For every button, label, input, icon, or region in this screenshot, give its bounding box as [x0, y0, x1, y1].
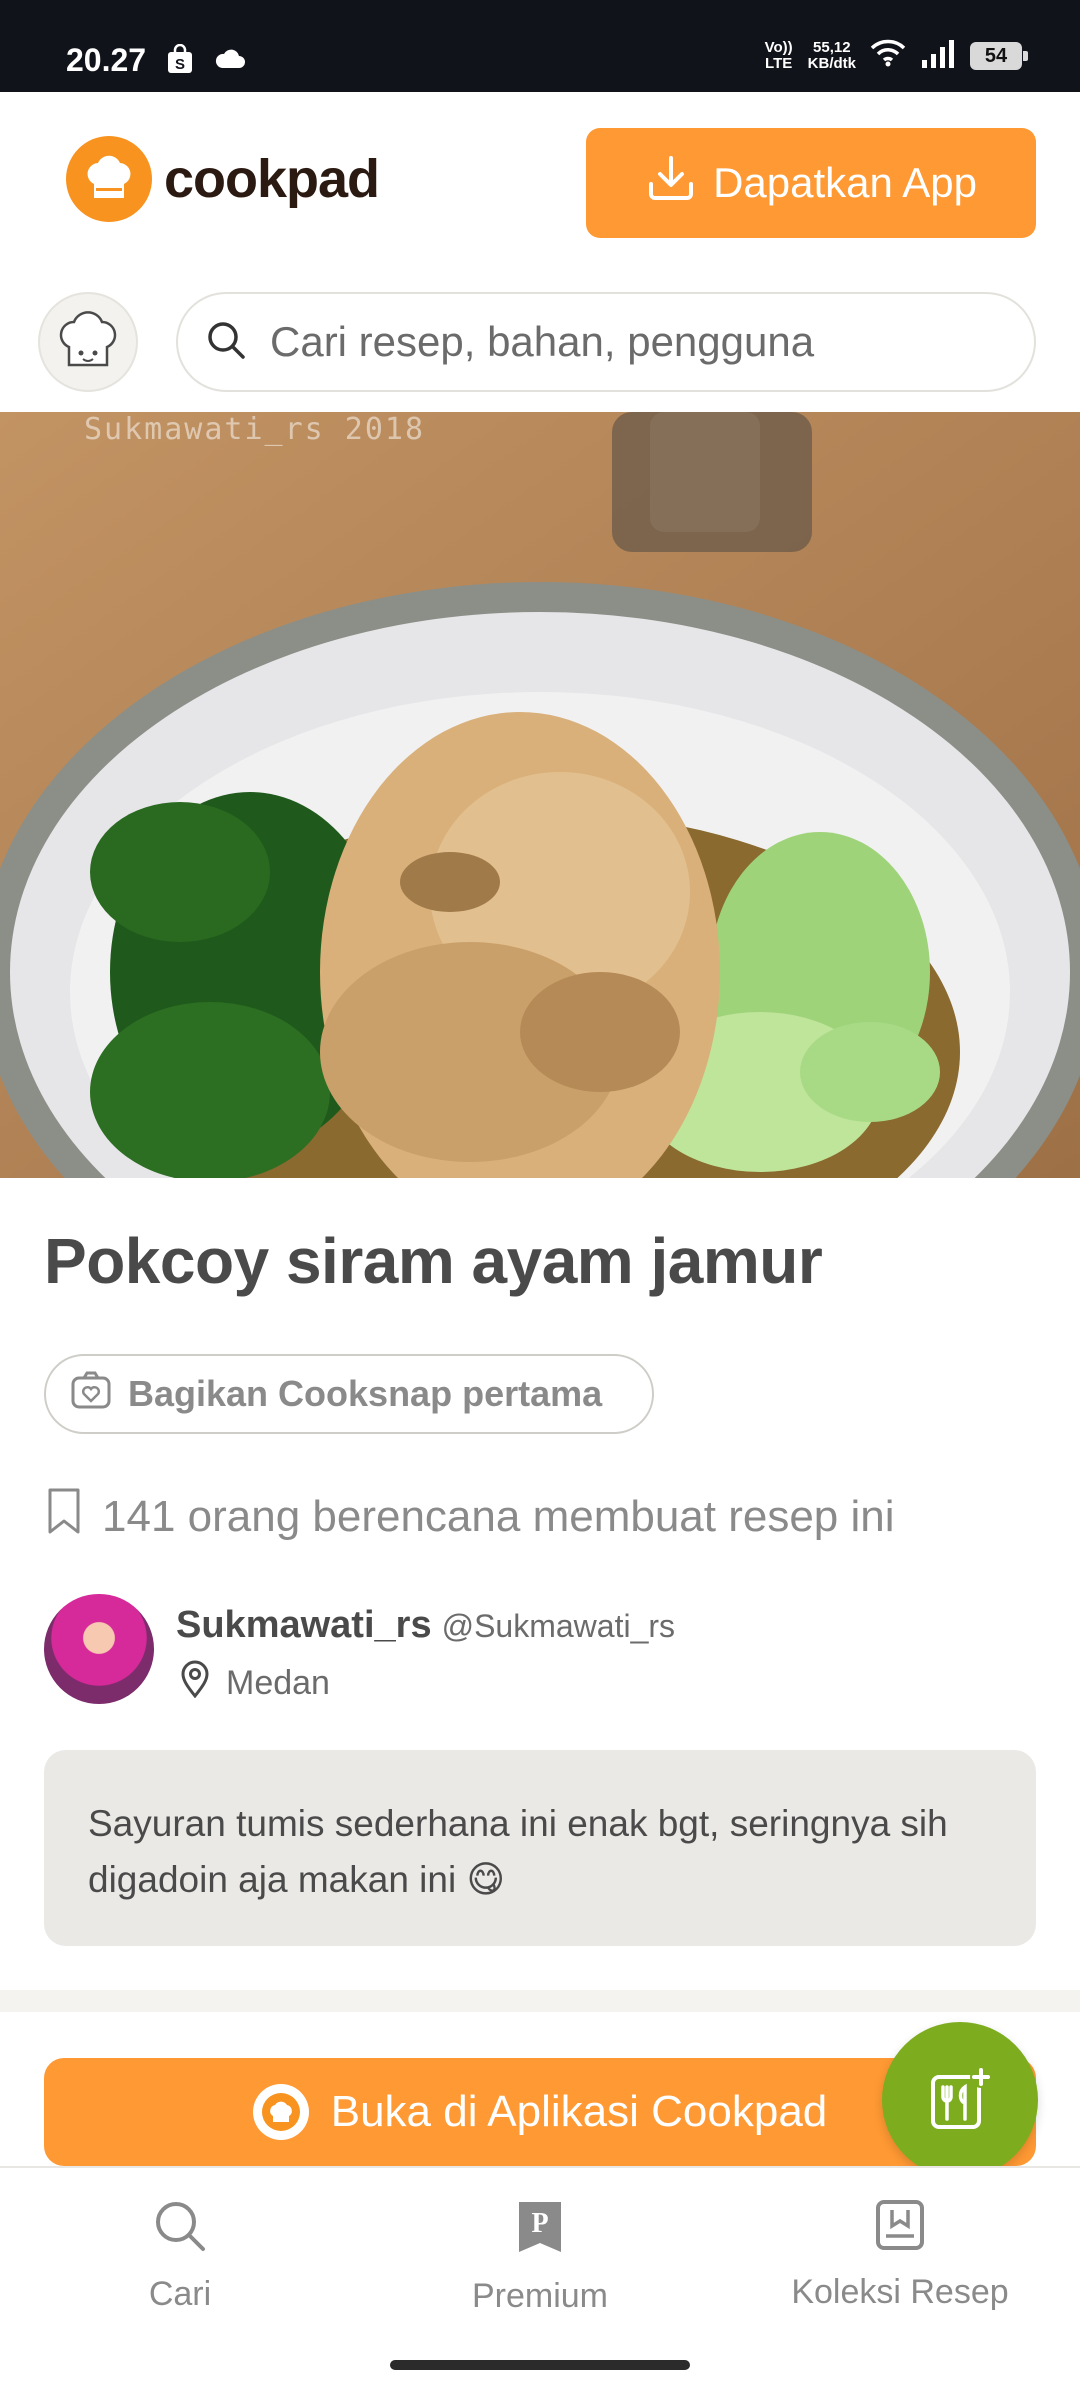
signal-icon — [920, 38, 956, 73]
status-time: 20.27 — [66, 42, 147, 78]
location-pin-icon — [180, 1660, 210, 1707]
nav-label-premium: Premium — [471, 2277, 609, 2315]
cooksnap-icon — [70, 1370, 112, 1419]
download-icon — [645, 152, 697, 214]
author-avatar[interactable] — [44, 1594, 154, 1704]
search-icon — [152, 2198, 208, 2263]
nav-item-search[interactable]: Cari — [50, 2198, 310, 2314]
author-name-line: Sukmawati_rs @Sukmawati_rs — [176, 1604, 675, 1647]
get-app-button[interactable]: Dapatkan App — [586, 128, 1036, 238]
svg-text:S: S — [175, 56, 185, 73]
cloud-icon — [214, 48, 246, 75]
open-in-app-label: Buka di Aplikasi Cookpad — [330, 2087, 828, 2136]
author-location: Medan — [180, 1660, 330, 1707]
wifi-icon — [870, 39, 906, 72]
add-recipe-icon — [931, 2066, 992, 2129]
battery-indicator: 54 — [970, 41, 1028, 70]
section-divider — [0, 1990, 1080, 2012]
status-bar: 20.27 S Vo)) LTE 55,12 KB/dtk 54 — [0, 0, 1080, 92]
logo-text: cookpad — [164, 149, 380, 209]
search-icon — [206, 320, 246, 365]
plans-text: 141 orang berencana membuat resep ini — [102, 1491, 895, 1541]
recipe-photo[interactable]: Sukmawati_rs 2018 — [0, 412, 1080, 1178]
app-header: cookpad Dapatkan App — [0, 92, 1080, 270]
status-indicators: Vo)) LTE 55,12 KB/dtk 54 — [764, 38, 1028, 73]
food-illustration — [0, 412, 1080, 1178]
nav-item-collection[interactable]: Koleksi Resep — [770, 2198, 1030, 2312]
nav-label-search: Cari — [148, 2275, 212, 2313]
bookmark-count: 141 orang berencana membuat resep ini — [44, 1486, 895, 1547]
chef-hat-icon — [66, 136, 152, 222]
add-recipe-fab[interactable] — [882, 2022, 1038, 2178]
search-input[interactable]: Cari resep, bahan, pengguna — [176, 292, 1036, 392]
cookpad-app-icon — [252, 2084, 309, 2140]
author-name[interactable]: Sukmawati_rs — [176, 1604, 432, 1646]
network-speed-value: 55,12 — [813, 38, 851, 56]
share-cooksnap-button[interactable]: Bagikan Cooksnap pertama — [44, 1354, 654, 1434]
location-text: Medan — [226, 1664, 330, 1702]
author-handle: @Sukmawati_rs — [441, 1608, 676, 1644]
home-indicator[interactable] — [390, 2360, 690, 2370]
search-row: Cari resep, bahan, pengguna — [0, 286, 1080, 398]
photo-watermark: Sukmawati_rs 2018 — [84, 412, 426, 447]
network-speed: 55,12 KB/dtk — [807, 38, 856, 72]
user-avatar[interactable] — [38, 292, 138, 392]
cookpad-logo[interactable]: cookpad — [66, 136, 380, 222]
svg-text:P: P — [531, 2208, 548, 2239]
premium-icon: P — [515, 2198, 565, 2265]
cooksnap-label: Bagikan Cooksnap pertama — [128, 1373, 603, 1414]
search-placeholder: Cari resep, bahan, pengguna — [270, 318, 815, 365]
shopping-bag-icon: S — [166, 43, 194, 79]
get-app-label: Dapatkan App — [713, 159, 977, 206]
author-info[interactable]: Sukmawati_rs @Sukmawati_rs Medan — [44, 1590, 1044, 1704]
bookmark-icon — [44, 1486, 84, 1547]
nav-label-collection: Koleksi Resep — [791, 2273, 1009, 2311]
recipe-title: Pokcoy siram ayam jamur — [44, 1225, 823, 1297]
nav-item-premium[interactable]: P Premium — [410, 2198, 670, 2316]
volte-indicator: Vo)) LTE — [764, 38, 793, 72]
recipe-description: Sayuran tumis sederhana ini enak bgt, se… — [44, 1750, 1036, 1946]
collection-icon — [874, 2198, 926, 2261]
network-speed-unit: KB/dtk — [807, 54, 856, 72]
chef-avatar-icon — [59, 311, 117, 367]
